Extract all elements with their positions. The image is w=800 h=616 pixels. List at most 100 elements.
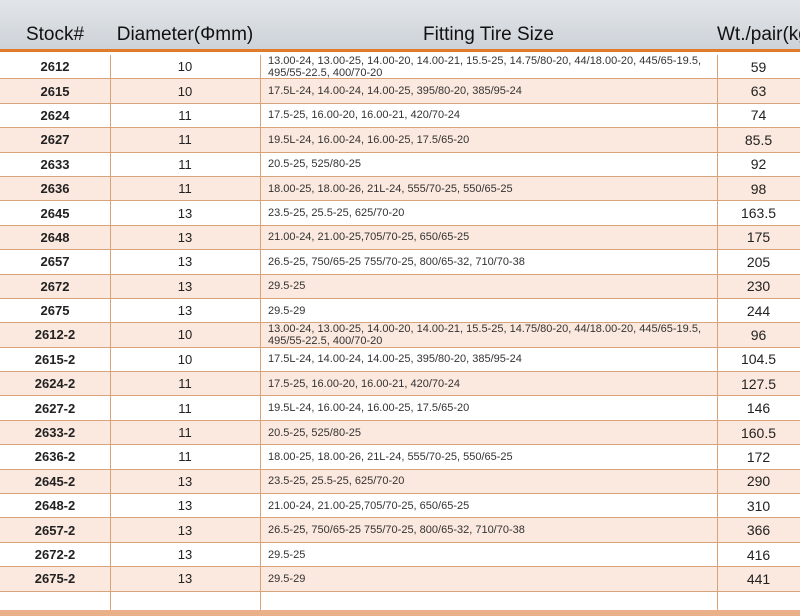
fitting-tire-size-cell: 20.5-25, 525/80-25 [268, 426, 361, 439]
fitting-tire-size-cell: 26.5-25, 750/65-25 755/70-25, 800/65-32,… [268, 255, 525, 268]
weight-cell: 104.5 [740, 351, 777, 368]
weight-cell: 366 [746, 522, 771, 539]
diameter-cell: 11 [178, 156, 192, 172]
diameter-cell: 11 [178, 107, 192, 123]
table-row: 2672 13 29.5-25 230 [0, 274, 800, 299]
table-footer-bar [0, 610, 800, 616]
weight-cell: 127.5 [740, 375, 777, 392]
fitting-tire-size-cell: 17.5L-24, 14.00-24, 14.00-25, 395/80-20,… [268, 85, 522, 98]
table-row: 2627-2 11 19.5L-24, 16.00-24, 16.00-25, 17… [0, 396, 800, 421]
table-row: 2645 13 23.5-25, 25.5-25, 625/70-20 163.5 [0, 201, 800, 226]
fitting-tire-size-cell: 17.5L-24, 14.00-24, 14.00-25, 395/80-20,… [268, 353, 522, 366]
diameter-cell: 13 [177, 205, 193, 221]
table-row: 2624 11 17.5-25, 16.00-20, 16.00-21, 420/7… [0, 103, 800, 129]
fitting-tire-size-cell: 18.00-25, 18.00-26, 21L-24, 555/70-25, 5… [268, 182, 513, 195]
stock-cell: 2615-2 [34, 351, 76, 367]
table-row: 2612 10 13.00-24, 13.00-25, 14.00-20, 14.0… [0, 54, 800, 80]
weight-cell: 160.5 [740, 424, 777, 441]
stock-cell: 2675-2 [34, 571, 76, 587]
weight-cell: 230 [746, 278, 771, 295]
weight-cell: 175 [746, 229, 771, 246]
fitting-tire-size-cell: 21.00-24, 21.00-25,705/70-25, 650/65-25 [268, 499, 470, 512]
stock-cell: 2627-2 [34, 400, 76, 416]
stock-cell: 2645-2 [34, 473, 76, 489]
weight-cell: 59 [750, 58, 767, 75]
column-divider [260, 55, 261, 612]
header-weight: Wt./pair(kg) [717, 24, 800, 45]
diameter-cell: 11 [178, 400, 192, 416]
fitting-tire-size-cell: 13.00-24, 13.00-25, 14.00-20, 14.00-21, … [268, 323, 702, 347]
fitting-tire-size-cell: 19.5L-24, 16.00-24, 16.00-25, 17.5/65-20 [268, 133, 470, 146]
fitting-tire-size-cell: 29.5-25 [268, 280, 306, 293]
table-row: 2672-2 13 29.5-25 416 [0, 542, 800, 568]
table-row: 2615-2 10 17.5L-24, 14.00-24, 14.00-25, 39… [0, 347, 800, 373]
weight-cell: 310 [746, 497, 771, 514]
weight-cell: 244 [746, 302, 771, 319]
diameter-cell: 11 [178, 132, 192, 148]
fitting-tire-size-cell: 26.5-25, 750/65-25 755/70-25, 800/65-32,… [268, 524, 525, 537]
stock-cell: 2636 [40, 181, 70, 197]
weight-cell: 441 [746, 570, 771, 587]
weight-cell: 416 [746, 546, 771, 563]
table-row: 2636-2 11 18.00-25, 18.00-26, 21L-24, 555/… [0, 445, 800, 470]
diameter-cell: 13 [177, 522, 193, 538]
fitting-tire-size-cell: 29.5-25 [268, 548, 306, 561]
diameter-cell: 13 [177, 498, 193, 514]
table-row: 2633 11 20.5-25, 525/80-25 92 [0, 152, 800, 177]
fitting-tire-size-cell: 20.5-25, 525/80-25 [268, 158, 361, 171]
weight-cell: 74 [750, 107, 767, 124]
stock-cell: 2672-2 [34, 547, 76, 562]
diameter-cell: 13 [177, 229, 193, 245]
diameter-cell: 11 [178, 376, 192, 392]
diameter-cell: 13 [177, 278, 193, 294]
diameter-cell: 11 [178, 425, 192, 441]
diameter-cell: 11 [178, 181, 192, 197]
header-stock: Stock# [25, 24, 85, 45]
fitting-tire-size-cell: 23.5-25, 25.5-25, 625/70-20 [268, 207, 405, 220]
stock-cell: 2627 [40, 132, 70, 148]
weight-cell: 96 [750, 326, 767, 343]
stock-cell: 2657-2 [34, 522, 76, 538]
header-diameter: Diameter(Φmm) [116, 24, 254, 45]
fitting-tire-size-cell: 13.00-24, 13.00-25, 14.00-20, 14.00-21, … [268, 54, 702, 79]
table-row: 2636 11 18.00-25, 18.00-26, 21L-24, 555/70… [0, 176, 800, 202]
diameter-cell: 13 [177, 547, 193, 562]
weight-cell: 92 [750, 156, 767, 173]
table-row: 2648-2 13 21.00-24, 21.00-25,705/70-25, 65… [0, 494, 800, 519]
table-row: 2624-2 11 17.5-25, 16.00-20, 16.00-21, 420… [0, 372, 800, 397]
weight-cell: 146 [746, 400, 771, 417]
table-row: 2645-2 13 23.5-25, 25.5-25, 625/70-20 290 [0, 469, 800, 495]
diameter-cell: 10 [177, 83, 193, 99]
table-header: Stock# Diameter(Φmm) Fitting Tire Size W… [0, 0, 800, 52]
weight-cell: 85.5 [744, 131, 773, 148]
diameter-cell: 10 [177, 59, 193, 75]
diameter-cell: 13 [177, 303, 193, 319]
fitting-tire-size-cell: 19.5L-24, 16.00-24, 16.00-25, 17.5/65-20 [268, 402, 470, 415]
diameter-cell: 13 [177, 571, 193, 587]
diameter-cell: 10 [177, 351, 193, 367]
stock-cell: 2624 [40, 107, 70, 123]
stock-cell: 2648-2 [34, 498, 76, 514]
table-row: 2675-2 13 29.5-29 441 [0, 567, 800, 592]
table-row: 2627 11 19.5L-24, 16.00-24, 16.00-25, 17.5… [0, 128, 800, 153]
table-row: 2657-2 13 26.5-25, 750/65-25 755/70-25, 80… [0, 518, 800, 543]
stock-cell: 2612 [40, 59, 70, 75]
stock-cell: 2645 [40, 205, 70, 221]
fitting-tire-size-cell: 29.5-29 [268, 572, 306, 585]
column-divider [110, 55, 111, 612]
weight-cell: 63 [750, 83, 767, 100]
fitting-tire-size-cell: 23.5-25, 25.5-25, 625/70-20 [268, 475, 405, 488]
table-row: 2615 10 17.5L-24, 14.00-24, 14.00-25, 395/… [0, 79, 800, 104]
fitting-tire-size-cell: 29.5-29 [268, 304, 306, 317]
fitting-tire-size-cell: 17.5-25, 16.00-20, 16.00-21, 420/70-24 [268, 377, 461, 390]
table-row: 2633-2 11 20.5-25, 525/80-25 160.5 [0, 420, 800, 446]
table-row: 2657 13 26.5-25, 750/65-25 755/70-25, 800/… [0, 250, 800, 275]
stock-cell: 2633 [40, 156, 70, 172]
stock-cell: 2615 [40, 83, 70, 99]
table-body: 2612 10 13.00-24, 13.00-25, 14.00-20, 14.0… [0, 55, 800, 592]
fitting-tire-size-cell: 21.00-24, 21.00-25,705/70-25, 650/65-25 [268, 231, 470, 244]
weight-cell: 163.5 [740, 205, 777, 222]
column-divider [717, 55, 718, 612]
stock-cell: 2636-2 [34, 449, 76, 465]
stock-cell: 2633-2 [34, 425, 76, 441]
